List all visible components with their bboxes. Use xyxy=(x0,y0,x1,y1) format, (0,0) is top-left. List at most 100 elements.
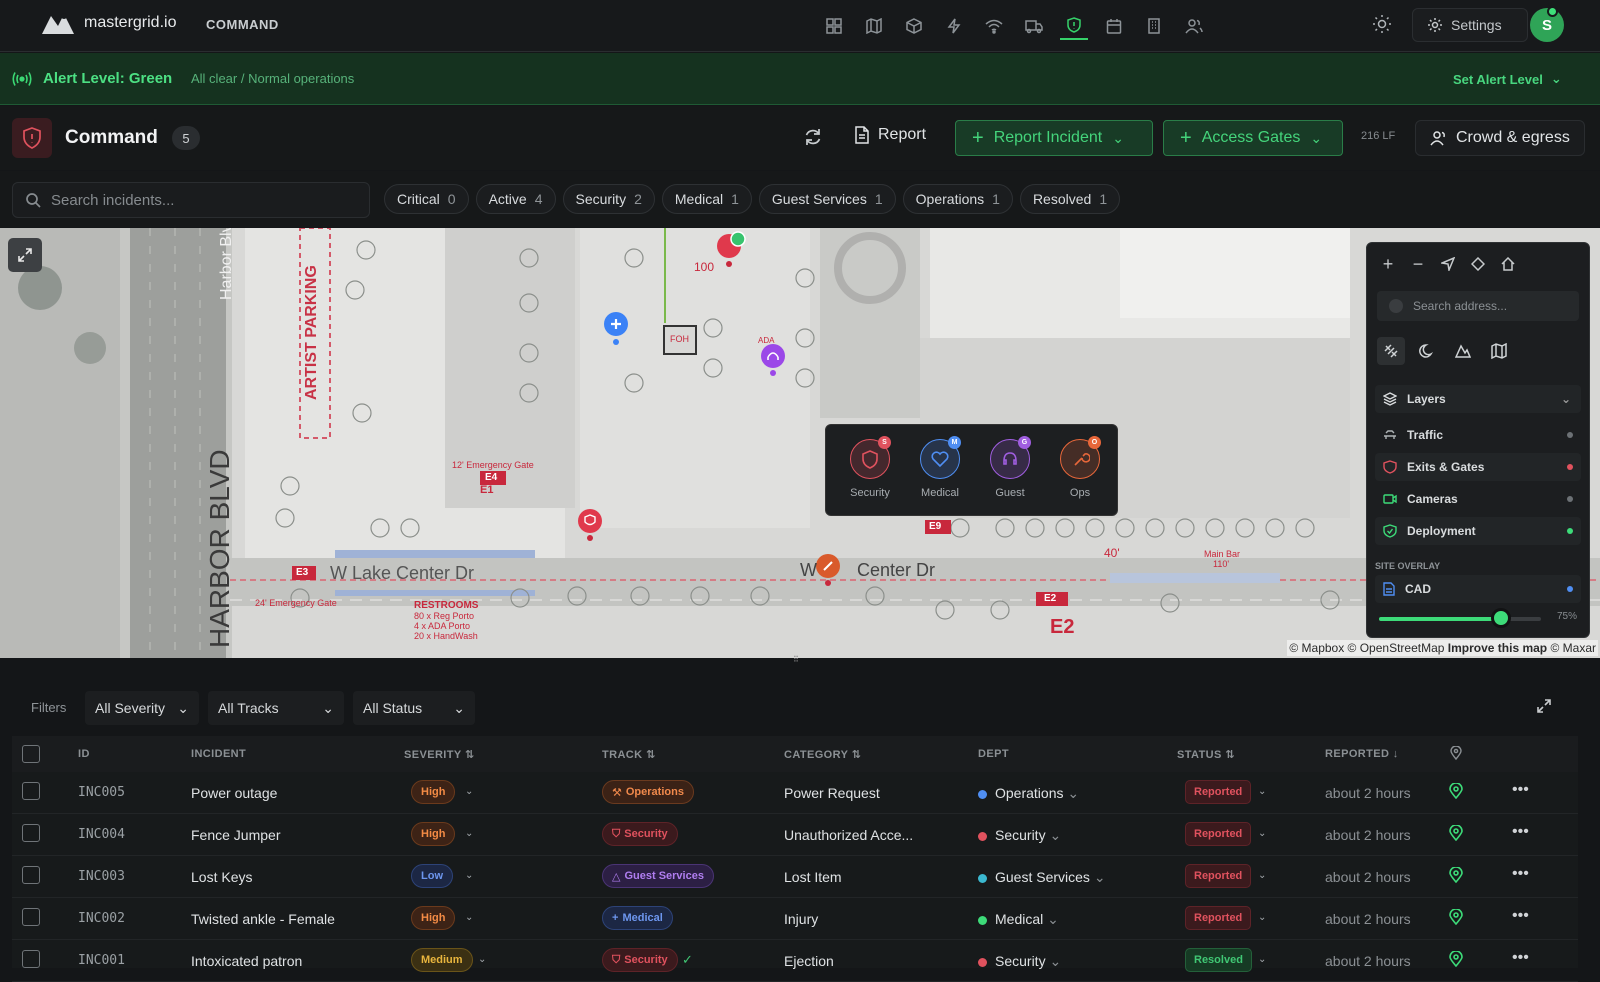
brand-logo[interactable]: mastergrid.io xyxy=(40,10,176,36)
row-checkbox[interactable] xyxy=(22,908,40,926)
row-checkbox[interactable] xyxy=(22,950,40,968)
report-incident-button[interactable]: + Report Incident ⌄ xyxy=(955,120,1153,156)
home-icon[interactable] xyxy=(1497,253,1519,275)
refresh-icon[interactable] xyxy=(803,127,823,152)
status-dropdown-icon[interactable]: ⌄ xyxy=(1258,828,1266,839)
location-pin-icon[interactable] xyxy=(1449,866,1463,886)
select-all-checkbox[interactable] xyxy=(22,745,40,763)
search-input[interactable]: Search incidents... xyxy=(12,182,370,218)
map-style-icon[interactable] xyxy=(1485,337,1513,365)
location-pin-icon[interactable] xyxy=(1449,950,1463,970)
more-options-icon[interactable]: ••• xyxy=(1512,949,1529,967)
severity-dropdown-icon[interactable]: ⌄ xyxy=(478,954,486,965)
incident-title[interactable]: Intoxicated patron xyxy=(191,953,302,969)
layer-deployment[interactable]: Deployment xyxy=(1375,517,1581,545)
dept-select[interactable]: Operations ⌄ xyxy=(978,785,1079,802)
dept-select[interactable]: Security ⌄ xyxy=(978,827,1061,844)
column-track[interactable]: TRACK ⇅ xyxy=(602,748,656,761)
filter-chip-operations[interactable]: Operations 1 xyxy=(902,184,1013,214)
table-row[interactable]: INC004 Fence Jumper High ⌄ ⛉ Security Una… xyxy=(12,814,1578,856)
map-view[interactable]: Harbor Blvd HARBOR BLVD ARTIST PARKING W… xyxy=(0,228,1600,658)
column-reported[interactable]: REPORTED ↓ xyxy=(1325,748,1399,760)
location-pin-icon[interactable] xyxy=(1449,824,1463,844)
truck-icon[interactable] xyxy=(1020,12,1048,40)
cube-icon[interactable] xyxy=(900,12,928,40)
sun-icon[interactable] xyxy=(1372,14,1392,39)
slider-knob[interactable] xyxy=(1490,608,1511,628)
tracks-filter-select[interactable]: All Tracks ⌄ xyxy=(208,691,344,725)
column-severity[interactable]: SEVERITY ⇅ xyxy=(404,748,475,761)
calendar-icon[interactable] xyxy=(1100,12,1128,40)
improve-map-link[interactable]: Improve this map xyxy=(1448,641,1547,655)
status-dropdown-icon[interactable]: ⌄ xyxy=(1258,912,1266,923)
zoom-in-icon[interactable]: + xyxy=(1377,253,1399,275)
quick-report-medical[interactable]: M Medical xyxy=(910,436,970,499)
table-row[interactable]: INC005 Power outage High ⌄ ⚒ Operations P… xyxy=(12,772,1578,814)
status-dropdown-icon[interactable]: ⌄ xyxy=(1258,954,1266,965)
severity-dropdown-icon[interactable]: ⌄ xyxy=(465,870,473,881)
column-id[interactable]: ID xyxy=(78,748,90,760)
filter-chip-medical[interactable]: Medical 1 xyxy=(661,184,752,214)
address-search-input[interactable]: Search address... xyxy=(1377,291,1579,321)
column-dept[interactable]: DEPT xyxy=(978,748,1009,760)
table-row[interactable]: INC003 Lost Keys Low ⌄ △ Guest Services L… xyxy=(12,856,1578,898)
shield-icon[interactable] xyxy=(1060,12,1088,40)
map-icon[interactable] xyxy=(860,12,888,40)
dark-mode-icon[interactable] xyxy=(1413,337,1441,365)
zoom-out-icon[interactable]: − xyxy=(1407,253,1429,275)
users-icon[interactable] xyxy=(1180,12,1208,40)
layer-traffic[interactable]: Traffic xyxy=(1375,421,1581,449)
status-filter-select[interactable]: All Status ⌄ xyxy=(353,691,475,725)
building-icon[interactable] xyxy=(1140,12,1168,40)
quick-report-security[interactable]: S Security xyxy=(840,436,900,499)
map-gate-e2[interactable]: E2 xyxy=(1044,593,1056,604)
filter-chip-guest-services[interactable]: Guest Services 1 xyxy=(758,184,896,214)
status-dropdown-icon[interactable]: ⌄ xyxy=(1258,870,1266,881)
status-dropdown-icon[interactable]: ⌄ xyxy=(1258,786,1266,797)
set-alert-level-button[interactable]: Set Alert Level ⌄ xyxy=(1453,71,1562,87)
column-category[interactable]: CATEGORY ⇅ xyxy=(784,748,861,761)
layers-toggle[interactable]: Layers ⌄ xyxy=(1375,385,1581,413)
more-options-icon[interactable]: ••• xyxy=(1512,823,1529,841)
layer-cameras[interactable]: Cameras xyxy=(1375,485,1581,513)
overlay-opacity-slider[interactable] xyxy=(1379,608,1541,628)
filter-chip-security[interactable]: Security 2 xyxy=(562,184,655,214)
expand-map-icon[interactable] xyxy=(8,238,42,272)
locate-icon[interactable] xyxy=(1467,253,1489,275)
terrain-icon[interactable] xyxy=(1449,337,1477,365)
access-gates-button[interactable]: + Access Gates ⌄ xyxy=(1163,120,1343,156)
incident-title[interactable]: Power outage xyxy=(191,785,277,801)
settings-button[interactable]: Settings xyxy=(1412,8,1528,42)
avatar[interactable]: S xyxy=(1530,6,1564,42)
resize-handle-icon[interactable]: ⠿ xyxy=(793,655,807,664)
navigation-arrow-icon[interactable] xyxy=(1437,253,1459,275)
filter-chip-resolved[interactable]: Resolved 1 xyxy=(1019,184,1121,214)
location-pin-icon[interactable] xyxy=(1449,782,1463,802)
map-gate-e9[interactable]: E9 xyxy=(929,521,941,532)
table-row[interactable]: INC002 Twisted ankle - Female High ⌄ + Me… xyxy=(12,898,1578,940)
map-gate-e4[interactable]: E4 xyxy=(485,472,497,483)
row-checkbox[interactable] xyxy=(22,824,40,842)
location-pin-icon[interactable] xyxy=(1449,908,1463,928)
wifi-icon[interactable] xyxy=(980,12,1008,40)
lightning-icon[interactable] xyxy=(940,12,968,40)
incident-title[interactable]: Twisted ankle - Female xyxy=(191,911,335,927)
severity-dropdown-icon[interactable]: ⌄ xyxy=(465,828,473,839)
cad-overlay-toggle[interactable]: CAD xyxy=(1375,575,1581,603)
more-options-icon[interactable]: ••• xyxy=(1512,907,1529,925)
row-checkbox[interactable] xyxy=(22,782,40,800)
column-incident[interactable]: INCIDENT xyxy=(191,748,246,760)
table-row[interactable]: INC001 Intoxicated patron Medium ⌄ ⛉ Secu… xyxy=(12,940,1578,982)
severity-dropdown-icon[interactable]: ⌄ xyxy=(465,912,473,923)
layer-exits-gates[interactable]: Exits & Gates xyxy=(1375,453,1581,481)
dept-select[interactable]: Guest Services ⌄ xyxy=(978,869,1106,886)
more-options-icon[interactable]: ••• xyxy=(1512,781,1529,799)
dept-select[interactable]: Medical ⌄ xyxy=(978,911,1059,928)
severity-dropdown-icon[interactable]: ⌄ xyxy=(465,786,473,797)
row-checkbox[interactable] xyxy=(22,866,40,884)
map-gate-e3[interactable]: E3 xyxy=(296,567,308,578)
quick-report-ops[interactable]: O Ops xyxy=(1050,436,1110,499)
more-options-icon[interactable]: ••• xyxy=(1512,865,1529,883)
expand-table-icon[interactable] xyxy=(1536,698,1552,719)
incident-title[interactable]: Fence Jumper xyxy=(191,827,280,843)
